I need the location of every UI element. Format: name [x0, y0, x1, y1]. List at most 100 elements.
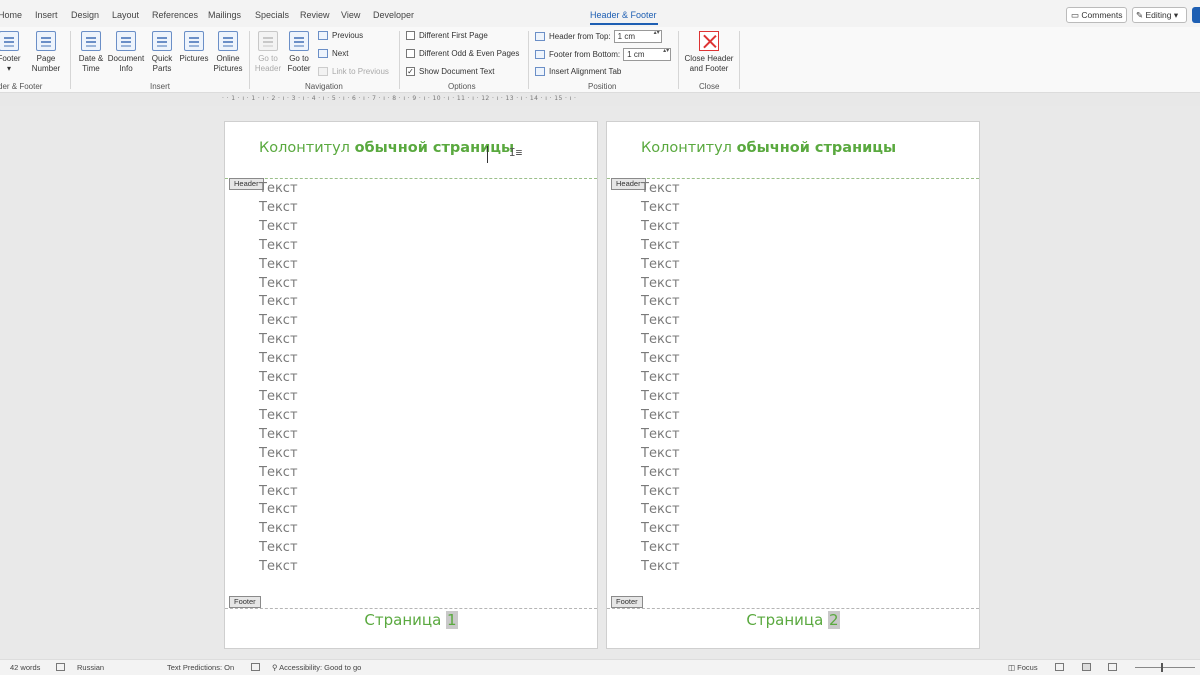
accessibility-status[interactable]: ⚲ Accessibility: Good to go — [272, 663, 361, 672]
active-tab-indicator — [590, 23, 658, 25]
word-count[interactable]: 42 words — [10, 663, 40, 672]
document-info-button[interactable]: Document Info — [107, 31, 145, 74]
body-line: Текст — [641, 502, 680, 518]
tab-design[interactable]: Design — [71, 10, 99, 20]
group-separator — [528, 31, 529, 89]
different-first-page-checkbox[interactable]: Different First Page — [406, 31, 488, 40]
footer-from-bottom-label: Footer from Bottom: — [549, 50, 621, 59]
read-mode-icon[interactable] — [1055, 663, 1064, 671]
body-line: Текст — [641, 181, 680, 196]
tab-developer[interactable]: Developer — [373, 10, 414, 20]
horizontal-ruler[interactable]: · · 1 · ı · 1 · ı · 2 · ı · 3 · ı · 4 · … — [222, 95, 578, 105]
quick-parts-button[interactable]: Quick Parts — [148, 31, 176, 74]
footer-text[interactable]: Страница 1 — [225, 611, 597, 629]
body-line: Текст — [259, 351, 298, 367]
close-icon — [699, 31, 719, 51]
next-label: Next — [332, 49, 349, 58]
go-to-header-button[interactable]: Go to Header — [254, 31, 282, 74]
go-to-footer-button[interactable]: Go to Footer — [285, 31, 313, 74]
header-text[interactable]: Колонтитул обычной страницы — [259, 140, 514, 156]
insert-alignment-tab-label: Insert Alignment Tab — [549, 67, 622, 76]
tab-review[interactable]: Review — [300, 10, 330, 20]
header-boundary-line — [225, 178, 597, 179]
link-to-previous-button[interactable]: Link to Previous — [318, 67, 389, 76]
online-pictures-icon — [218, 31, 238, 51]
text-caret — [487, 146, 488, 163]
page-number-button[interactable]: Page Number — [28, 31, 64, 74]
body-line: Текст — [641, 483, 680, 499]
share-button[interactable] — [1192, 7, 1200, 23]
footer-button[interactable]: Footer▾ — [0, 31, 24, 74]
print-layout-icon[interactable] — [1082, 663, 1091, 671]
text-predictions-status[interactable]: Text Predictions: On — [167, 663, 234, 672]
group-label-position: Position — [588, 82, 617, 91]
chevron-down-icon: ▾ — [1171, 10, 1179, 20]
group-separator — [399, 31, 400, 89]
focus-icon: ◫ — [1008, 663, 1018, 672]
editing-mode-button[interactable]: ✎ Editing ▾ — [1132, 7, 1187, 23]
footer-label: Страница — [746, 611, 829, 629]
different-odd-even-checkbox[interactable]: Different Odd & Even Pages — [406, 49, 519, 58]
footer-from-bottom-input[interactable]: 1 cm — [623, 48, 672, 61]
header-from-top-label: Header from Top: — [549, 32, 611, 41]
tab-references[interactable]: References — [152, 10, 198, 20]
online-pictures-button[interactable]: Online Pictures — [211, 31, 245, 74]
proofing-icon[interactable] — [56, 663, 65, 671]
header-regular-text: Колонтитул — [259, 140, 355, 156]
header-text[interactable]: Колонтитул обычной страницы — [641, 140, 896, 156]
tab-view[interactable]: View — [341, 10, 360, 20]
pictures-icon — [184, 31, 204, 51]
tab-insert[interactable]: Insert — [35, 10, 58, 20]
close-header-footer-button[interactable]: Close Header and Footer — [683, 31, 735, 74]
show-document-text-checkbox[interactable]: ✓ Show Document Text — [406, 67, 494, 76]
body-line: Текст — [641, 199, 680, 215]
body-line: Текст — [641, 275, 680, 291]
online-pictures-label: Online Pictures — [213, 54, 243, 73]
group-separator — [678, 31, 679, 89]
checkbox-unchecked-icon — [406, 49, 415, 58]
header-position-icon — [535, 32, 545, 41]
focus-button[interactable]: ◫ Focus — [1008, 663, 1038, 672]
body-text[interactable]: Текст Текст Текст Текст Текст Текст Текс… — [259, 180, 298, 577]
zoom-slider-thumb[interactable] — [1161, 663, 1163, 672]
tab-home[interactable]: Home — [0, 10, 22, 20]
insert-alignment-tab-button[interactable]: Insert Alignment Tab — [535, 67, 621, 76]
go-to-footer-label: Go to Footer — [287, 54, 311, 73]
different-odd-even-label: Different Odd & Even Pages — [419, 49, 520, 58]
zoom-slider[interactable] — [1135, 667, 1195, 668]
body-line: Текст — [641, 218, 680, 234]
header-from-top-control: Header from Top: 1 cm — [535, 30, 662, 43]
body-text[interactable]: Текст Текст Текст Текст Текст Текст Текс… — [641, 180, 680, 577]
previous-label: Previous — [332, 31, 364, 40]
footer-label: Страница — [364, 611, 447, 629]
tab-header-footer[interactable]: Header & Footer — [590, 10, 657, 20]
date-time-button[interactable]: Date & Time — [76, 31, 106, 74]
language-indicator[interactable]: Russian — [77, 663, 104, 672]
body-line: Текст — [641, 464, 680, 480]
go-to-header-label: Go to Header — [254, 54, 282, 73]
pictures-button[interactable]: Pictures — [178, 31, 210, 64]
predictions-icon[interactable] — [251, 663, 260, 671]
close-header-footer-label: Close Header and Footer — [684, 54, 734, 73]
previous-button[interactable]: Previous — [318, 31, 363, 40]
web-layout-icon[interactable] — [1108, 663, 1117, 671]
next-button[interactable]: Next — [318, 49, 348, 58]
body-line: Текст — [641, 351, 680, 367]
pictures-label: Pictures — [179, 54, 209, 63]
tab-mailings[interactable]: Mailings — [208, 10, 241, 20]
header-from-top-input[interactable]: 1 cm — [613, 30, 662, 43]
tab-layout[interactable]: Layout — [112, 10, 139, 20]
body-line: Текст — [259, 370, 298, 386]
ribbon: Footer▾ Page Number der & Footer Date & … — [0, 27, 1200, 93]
group-label-insert: Insert — [150, 82, 171, 91]
next-icon — [318, 49, 328, 58]
header-boundary-line — [607, 178, 979, 179]
tab-specials[interactable]: Specials — [255, 10, 289, 20]
go-to-header-icon — [258, 31, 278, 51]
comments-button[interactable]: ▭ Comments — [1066, 7, 1127, 23]
calendar-icon — [81, 31, 101, 51]
footer-text[interactable]: Страница 2 — [607, 611, 979, 629]
body-line: Текст — [641, 370, 680, 386]
alignment-tab-icon — [535, 67, 545, 76]
body-line: Текст — [641, 540, 680, 556]
